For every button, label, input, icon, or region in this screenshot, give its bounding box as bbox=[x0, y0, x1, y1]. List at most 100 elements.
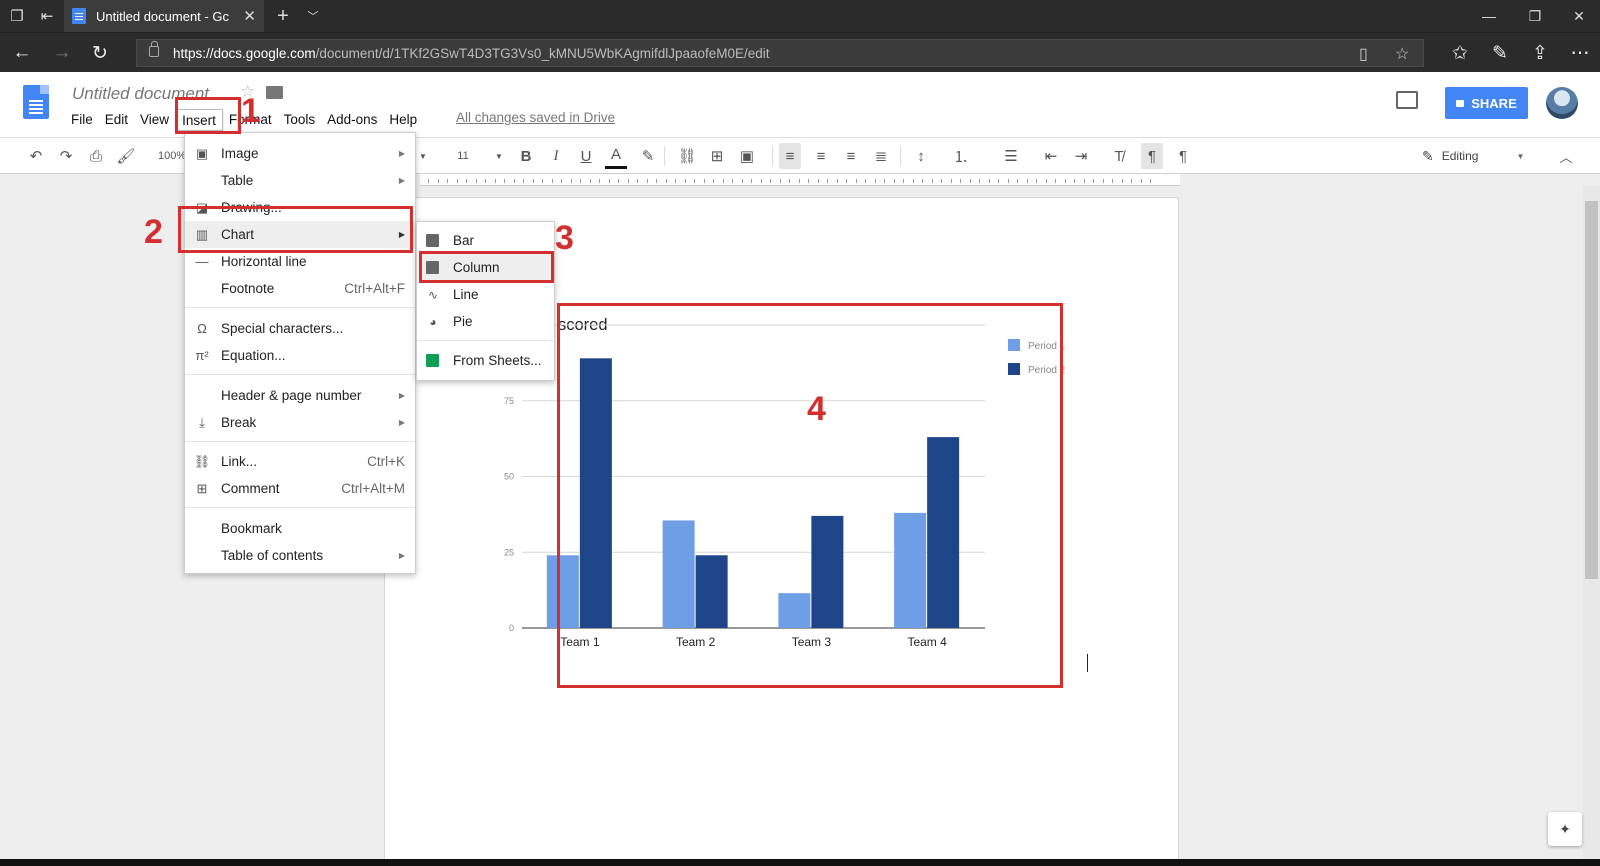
chart-submenu-line[interactable]: ∿ Line bbox=[417, 281, 554, 308]
insert-menu-special-characters[interactable]: Ω Special characters... bbox=[185, 315, 415, 342]
align-right-icon[interactable]: ≡ bbox=[840, 143, 862, 169]
menu-divider bbox=[185, 441, 415, 442]
line-spacing-icon[interactable]: ↕ bbox=[910, 143, 932, 169]
share-page-icon[interactable]: ⇪ bbox=[1520, 33, 1560, 73]
highlight-icon[interactable]: ✎ bbox=[637, 143, 659, 169]
scrollbar-thumb[interactable] bbox=[1585, 201, 1598, 579]
forward-icon[interactable]: → bbox=[42, 33, 82, 73]
line-chart-icon: ∿ bbox=[427, 287, 439, 302]
font-size-chevron-icon[interactable]: ▼ bbox=[488, 143, 510, 169]
close-window-icon[interactable]: ✕ bbox=[1556, 0, 1600, 32]
chart-submenu-bar[interactable]: Bar bbox=[417, 227, 554, 254]
toolbar-divider bbox=[664, 146, 665, 166]
set-tabs-aside-icon[interactable]: ⇤ bbox=[32, 0, 62, 32]
insert-comment-icon[interactable]: ⊞ bbox=[706, 143, 728, 169]
insert-menu-image[interactable]: ▣ Image ▶ bbox=[185, 140, 415, 167]
close-tab-icon[interactable]: ✕ bbox=[243, 7, 256, 25]
insert-menu-comment[interactable]: ⊞ Comment Ctrl+Alt+M bbox=[185, 475, 415, 502]
menu-view[interactable]: View bbox=[134, 109, 175, 131]
bold-icon[interactable]: B bbox=[515, 143, 537, 169]
italic-icon[interactable]: I bbox=[545, 143, 567, 169]
share-button[interactable]: SHARE bbox=[1445, 87, 1528, 119]
increase-indent-icon[interactable]: ⇥ bbox=[1070, 143, 1092, 169]
insert-menu-table-of-contents[interactable]: Table of contents ▶ bbox=[185, 542, 415, 569]
ruler-tick bbox=[798, 179, 800, 183]
menu-item-label: Equation... bbox=[221, 348, 286, 363]
paint-format-icon[interactable]: 🖌 bbox=[115, 143, 137, 169]
back-icon[interactable]: ← bbox=[2, 33, 42, 73]
link-icon[interactable]: ⛓ bbox=[676, 143, 698, 169]
restore-icon[interactable]: ❐ bbox=[1512, 0, 1558, 32]
undo-icon[interactable]: ↶ bbox=[25, 143, 47, 169]
favorite-star-icon[interactable]: ☆ bbox=[1395, 40, 1409, 68]
chart-submenu-from-sheets[interactable]: From Sheets... bbox=[417, 347, 554, 374]
tab-manager-icon[interactable]: ❐ bbox=[2, 0, 32, 32]
more-icon[interactable]: ⋯ bbox=[1560, 33, 1600, 73]
minimize-icon[interactable]: — bbox=[1466, 0, 1512, 32]
shortcut-label: Ctrl+K bbox=[367, 454, 405, 469]
docs-logo-icon[interactable] bbox=[23, 85, 49, 119]
pi-icon: π² bbox=[195, 348, 209, 363]
explore-icon[interactable]: ✦ bbox=[1548, 812, 1582, 846]
refresh-icon[interactable]: ↻ bbox=[80, 33, 120, 73]
web-note-icon[interactable]: ✎ bbox=[1480, 33, 1520, 73]
menu-tools[interactable]: Tools bbox=[278, 109, 322, 131]
mode-chevron-icon: ▼ bbox=[1516, 151, 1525, 161]
menu-edit[interactable]: Edit bbox=[99, 109, 134, 131]
menu-file[interactable]: File bbox=[65, 109, 99, 131]
insert-menu-bookmark[interactable]: Bookmark bbox=[185, 515, 415, 542]
insert-menu-link[interactable]: ⛓ Link... Ctrl+K bbox=[185, 448, 415, 475]
menu-addons[interactable]: Add-ons bbox=[321, 109, 383, 131]
numbered-list-icon[interactable]: ⒈ bbox=[950, 143, 972, 169]
url-host: https://docs.google.com bbox=[173, 45, 316, 61]
menu-help[interactable]: Help bbox=[383, 109, 423, 131]
new-tab-icon[interactable]: + bbox=[268, 0, 298, 32]
save-status-link[interactable]: All changes saved in Drive bbox=[456, 110, 615, 125]
redo-icon[interactable]: ↷ bbox=[55, 143, 77, 169]
ruler-tick bbox=[1140, 179, 1142, 183]
comments-icon[interactable] bbox=[1396, 91, 1418, 109]
ruler-tick bbox=[941, 179, 942, 183]
tab-preview-chevron-icon[interactable]: ﹀ bbox=[298, 0, 328, 32]
clear-formatting-icon[interactable]: T̸ bbox=[1108, 143, 1130, 169]
insert-image-icon[interactable]: ▣ bbox=[736, 143, 758, 169]
ruler-tick bbox=[884, 179, 885, 183]
favorites-hub-icon[interactable]: ✩ bbox=[1440, 33, 1480, 73]
text-color-icon[interactable]: A bbox=[605, 143, 627, 169]
zoom-select[interactable]: 100% bbox=[158, 143, 186, 169]
underline-icon[interactable]: U bbox=[575, 143, 597, 169]
lock-icon bbox=[149, 41, 159, 57]
editing-mode-select[interactable]: ✎ Editing ▼ bbox=[1422, 143, 1524, 169]
bulleted-list-icon[interactable]: ☰ bbox=[1000, 143, 1022, 169]
align-center-icon[interactable]: ≡ bbox=[810, 143, 832, 169]
ruler-tick bbox=[751, 179, 752, 183]
ltr-paragraph-icon[interactable]: ¶ bbox=[1141, 143, 1163, 169]
folder-icon[interactable] bbox=[266, 86, 283, 99]
image-icon: ▣ bbox=[195, 145, 209, 161]
pencil-icon: ✎ bbox=[1422, 147, 1434, 164]
url-field[interactable]: https://docs.google.com/document/d/1TKf2… bbox=[136, 39, 1424, 67]
insert-menu-break[interactable]: ⤓ Break ▶ bbox=[185, 409, 415, 436]
rtl-paragraph-icon[interactable]: ¶ bbox=[1172, 143, 1194, 169]
ruler[interactable] bbox=[420, 174, 1180, 186]
justify-icon[interactable]: ≣ bbox=[870, 143, 892, 169]
collapse-toolbar-icon[interactable]: ︿ bbox=[1555, 143, 1577, 169]
browser-tab-bar: ❐ ⇤ Untitled document - Gc ✕ + ﹀ — ❐ ✕ bbox=[0, 0, 1600, 32]
font-size-select[interactable]: 11 bbox=[452, 143, 474, 169]
comment-icon: ⊞ bbox=[196, 480, 208, 496]
annotation-box-chart-result bbox=[557, 303, 1063, 688]
align-left-icon[interactable]: ≡ bbox=[779, 143, 801, 169]
insert-menu-table[interactable]: Table ▶ bbox=[185, 167, 415, 194]
browser-tab[interactable]: Untitled document - Gc ✕ bbox=[64, 0, 264, 32]
insert-menu-footnote[interactable]: Footnote Ctrl+Alt+F bbox=[185, 275, 415, 302]
insert-menu-equation[interactable]: π² Equation... bbox=[185, 342, 415, 369]
chart-submenu-pie[interactable]: ◕ Pie bbox=[417, 308, 554, 335]
insert-menu-header-page-number[interactable]: Header & page number ▶ bbox=[185, 382, 415, 409]
insert-menu: ▣ Image ▶ Table ▶ ◪ Drawing... ▥ Chart ▶ — Hori… bbox=[184, 132, 416, 574]
decrease-indent-icon[interactable]: ⇤ bbox=[1040, 143, 1062, 169]
reading-view-icon[interactable]: ▯ bbox=[1359, 40, 1368, 68]
toolbar-divider bbox=[900, 146, 901, 166]
ruler-tick bbox=[979, 179, 980, 183]
avatar[interactable] bbox=[1546, 87, 1578, 119]
print-icon[interactable]: ⎙ bbox=[85, 143, 107, 169]
